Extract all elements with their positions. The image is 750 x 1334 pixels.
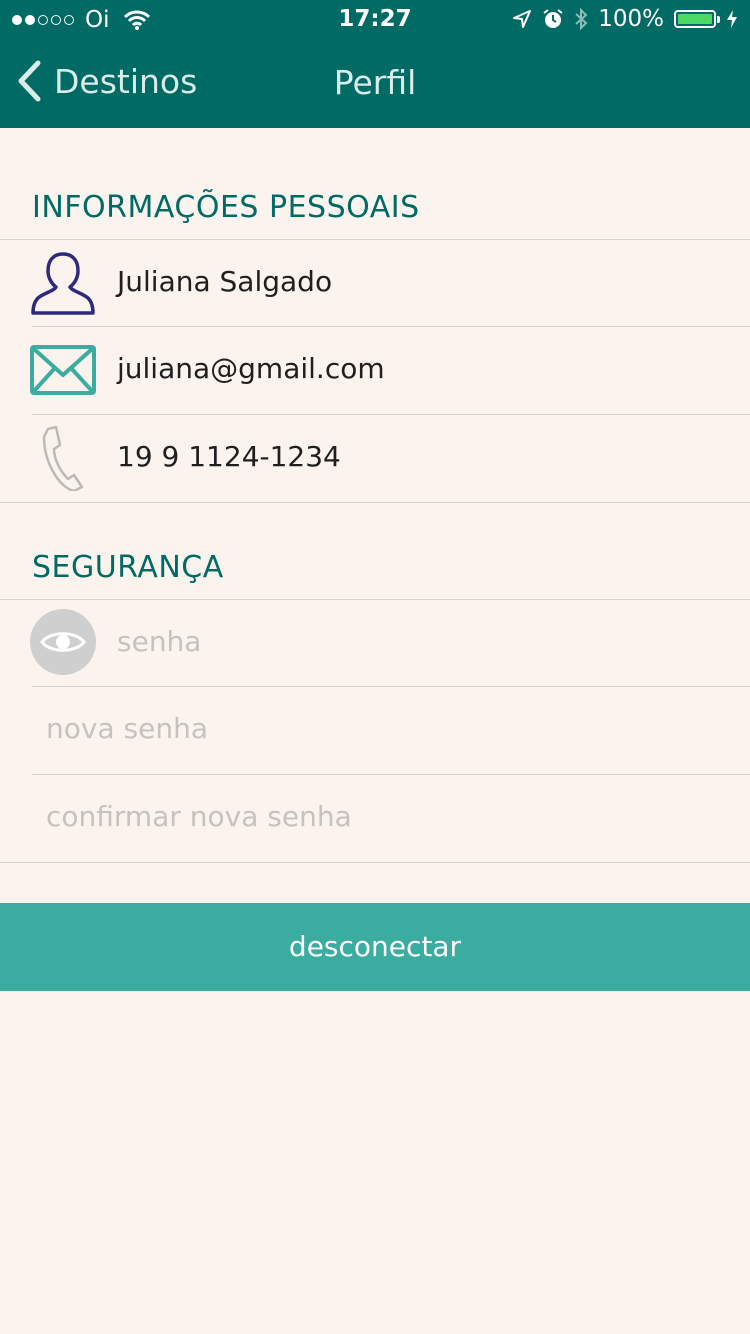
new-password-field[interactable]: nova senha	[0, 687, 750, 775]
page-title: Perfil	[333, 63, 417, 102]
personal-info-header: INFORMAÇÕES PESSOAIS	[32, 190, 420, 225]
status-right: 100%	[502, 6, 738, 32]
phone-row[interactable]: 19 9 1124-1234	[0, 415, 750, 503]
confirm-password-placeholder: confirmar nova senha	[46, 800, 352, 833]
divider	[0, 862, 750, 863]
mail-icon	[30, 345, 96, 395]
location-arrow-icon	[513, 10, 532, 28]
user-phone: 19 9 1124-1234	[117, 440, 341, 473]
profile-screen: Oi 17:27 100% Destinos Perfil INFORMAÇÕE…	[0, 0, 750, 1334]
new-password-placeholder: nova senha	[46, 712, 208, 745]
logout-button[interactable]: desconectar	[0, 903, 750, 991]
user-email: juliana@gmail.com	[117, 352, 385, 385]
alarm-icon	[543, 9, 563, 28]
phone-icon	[42, 425, 84, 491]
top-bar: Oi 17:27 100% Destinos Perfil	[0, 0, 750, 128]
security-header: SEGURANÇA	[32, 550, 224, 585]
navigation-bar: Destinos Perfil	[0, 40, 750, 128]
battery-percent: 100%	[598, 6, 664, 32]
email-row[interactable]: juliana@gmail.com	[0, 327, 750, 415]
password-placeholder: senha	[117, 625, 202, 658]
confirm-password-field[interactable]: confirmar nova senha	[0, 775, 750, 863]
password-field[interactable]: senha	[0, 600, 750, 688]
user-name: Juliana Salgado	[117, 265, 333, 298]
bluetooth-icon	[575, 7, 588, 31]
status-bar: Oi 17:27 100%	[0, 0, 750, 40]
divider	[0, 502, 750, 503]
name-row[interactable]: Juliana Salgado	[0, 240, 750, 328]
battery-fill	[678, 14, 712, 24]
battery-icon	[674, 10, 720, 28]
eye-icon[interactable]	[30, 609, 96, 675]
charging-bolt-icon	[727, 10, 737, 28]
user-icon	[31, 252, 95, 315]
